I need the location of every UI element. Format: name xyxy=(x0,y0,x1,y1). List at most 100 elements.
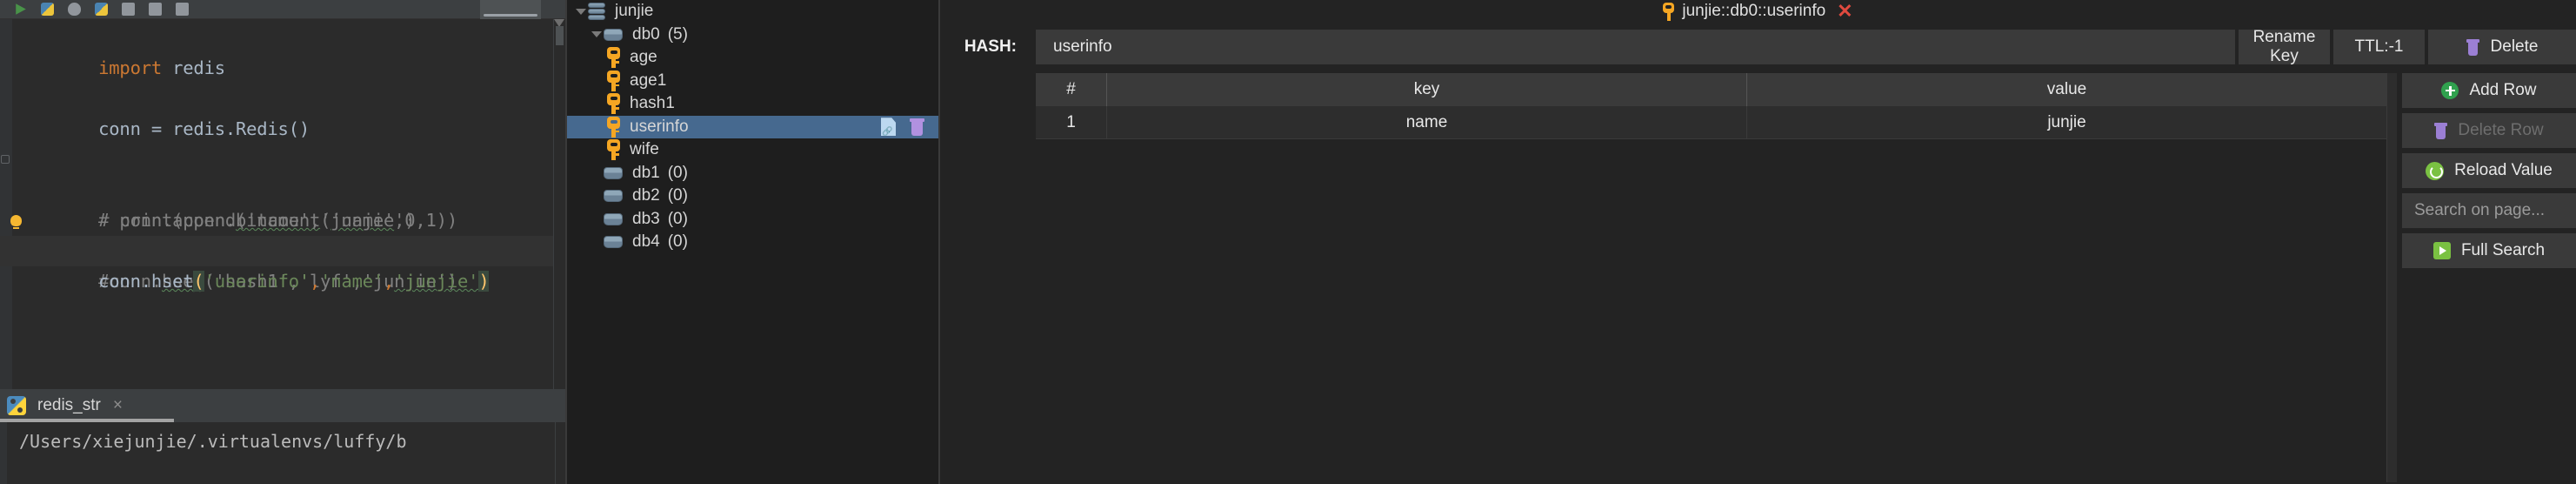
console-output: /Users/xiejunjie/.virtualenvs/luffy/b xyxy=(0,422,565,484)
close-icon[interactable]: ✕ xyxy=(1837,2,1852,21)
column-header-key[interactable]: key xyxy=(1107,73,1747,106)
code-token: , xyxy=(310,271,321,292)
tree-item-count: (0) xyxy=(667,186,688,205)
key-tree-pane: junjie db0 (5) age age1 hash1 userinfo 🔗… xyxy=(567,0,938,484)
key-icon xyxy=(607,47,620,69)
code-token: 'name' xyxy=(320,271,384,292)
database-icon xyxy=(604,28,623,41)
tree-item-count: (5) xyxy=(667,24,688,44)
tree-item-db4[interactable]: db4 (0) xyxy=(567,231,938,254)
table-scrollbar[interactable] xyxy=(2386,73,2397,482)
rename-key-button[interactable]: Rename Key xyxy=(2239,28,2330,65)
tree-row-actions xyxy=(881,116,924,139)
tree-item-db3[interactable]: db3 (0) xyxy=(567,208,938,232)
editor-scrollbar[interactable] xyxy=(553,19,565,389)
copy-key-icon[interactable] xyxy=(881,118,896,137)
console-output-line: /Users/xiejunjie/.virtualenvs/luffy/b xyxy=(19,431,407,452)
ide-toolbar xyxy=(0,0,565,19)
tree-item-wife[interactable]: wife xyxy=(567,138,938,162)
delete-key-button[interactable]: Delete xyxy=(2428,30,2576,64)
profile-icon[interactable] xyxy=(149,3,162,16)
tree-item-userinfo[interactable]: userinfo xyxy=(567,115,938,139)
server-icon xyxy=(588,2,605,21)
tree-item-age1[interactable]: age1 xyxy=(567,70,938,93)
tree-item-label: db2 xyxy=(632,186,660,205)
tree-item-db1[interactable]: db1 (0) xyxy=(567,162,938,185)
full-search-button[interactable]: Full Search xyxy=(2402,233,2576,268)
run-console-panel: redis_str × /Users/xiejunjie/.virtualenv… xyxy=(0,389,565,484)
tree-item-count: (0) xyxy=(667,163,688,182)
tree-item-age[interactable]: age xyxy=(567,46,938,70)
table-row[interactable]: 1 name junjie xyxy=(1036,106,2386,139)
code-line-active: conn.hset('userinfo','name','junjie') xyxy=(0,236,565,292)
database-icon xyxy=(604,236,623,249)
tree-item-label: age1 xyxy=(630,71,667,90)
lightbulb-icon[interactable] xyxy=(10,215,22,229)
expand-caret-db0[interactable] xyxy=(590,31,604,38)
plus-icon xyxy=(2441,82,2459,99)
key-icon xyxy=(607,70,620,91)
key-icon xyxy=(1663,2,1675,21)
expand-caret-junjie[interactable] xyxy=(574,8,588,15)
table-body: 1 name junjie xyxy=(1036,106,2386,139)
code-fold-icon[interactable] xyxy=(1,155,10,164)
tree-item-label: age xyxy=(630,48,657,67)
debug-icon[interactable] xyxy=(68,3,81,16)
coverage-icon[interactable] xyxy=(122,3,135,16)
cell-num: 1 xyxy=(1036,106,1107,138)
key-name-input[interactable]: userinfo xyxy=(1036,30,2235,64)
key-icon xyxy=(607,116,620,138)
full-search-label: Full Search xyxy=(2460,241,2546,259)
delete-row-label: Delete Row xyxy=(2458,121,2544,139)
code-token: ( xyxy=(193,271,204,292)
code-token: ) xyxy=(478,271,490,292)
cell-value[interactable]: junjie xyxy=(1747,106,2386,138)
code-token: 'junjie' xyxy=(394,271,479,292)
tree-item-count: (0) xyxy=(667,209,688,228)
value-body: # key value 1 name junjie Add Row Delete… xyxy=(940,73,2576,482)
tree-item-label: db0 xyxy=(632,24,660,44)
console-tab-label[interactable]: redis_str xyxy=(37,396,101,415)
add-row-button[interactable]: Add Row xyxy=(2402,73,2576,108)
tree-item-label: db3 xyxy=(632,209,660,228)
key-header-row: HASH: userinfo Rename Key TTL:-1 Delete xyxy=(940,28,2576,66)
python-config-icon[interactable] xyxy=(41,3,54,16)
tree-item-count: (0) xyxy=(667,232,688,252)
delete-row-button[interactable]: Delete Row xyxy=(2402,113,2576,148)
action-button-column: Add Row Delete Row Reload Value Search o… xyxy=(2402,73,2576,482)
tree-item-db2[interactable]: db2 (0) xyxy=(567,185,938,208)
python-file-icon[interactable] xyxy=(95,3,108,16)
column-header-num[interactable]: # xyxy=(1036,73,1107,106)
python-icon xyxy=(7,396,26,415)
console-scrollbar[interactable] xyxy=(555,422,565,484)
delete-key-icon[interactable] xyxy=(910,118,924,136)
close-icon[interactable]: × xyxy=(113,396,123,415)
tree-item-label: db4 xyxy=(632,232,660,252)
database-icon xyxy=(604,190,623,203)
search-on-page-input[interactable]: Search on page... xyxy=(2402,193,2576,228)
reload-value-button[interactable]: Reload Value xyxy=(2402,153,2576,188)
tree-item-junjie[interactable]: junjie xyxy=(567,0,938,24)
stop-icon[interactable] xyxy=(176,3,189,16)
database-icon xyxy=(604,166,623,179)
key-type-label: HASH: xyxy=(964,37,1017,56)
console-tabbar: redis_str × xyxy=(0,389,565,422)
tree-item-db0[interactable]: db0 (5) xyxy=(567,24,938,47)
trash-icon xyxy=(2466,38,2479,56)
tree-item-hash1[interactable]: hash1 xyxy=(567,92,938,116)
editor-scrollbar-thumb[interactable] xyxy=(556,26,564,45)
hash-table: # key value 1 name junjie xyxy=(1036,73,2386,482)
code-line: # print(conn.bitcount('name',0,1)) xyxy=(0,145,565,231)
value-pane-title-bar: junjie::db0::userinfo ✕ xyxy=(940,0,2576,23)
column-header-value[interactable]: value xyxy=(1747,73,2386,106)
ttl-button[interactable]: TTL:-1 xyxy=(2333,30,2425,64)
code-editor[interactable]: import redis conn = redis.Redis() # prin… xyxy=(0,19,565,389)
cell-key[interactable]: name xyxy=(1107,106,1747,138)
play-icon xyxy=(2433,242,2451,259)
tree-item-label: userinfo xyxy=(630,117,689,136)
key-icon xyxy=(607,93,620,115)
code-line: import redis xyxy=(0,23,565,78)
selected-editor-tab[interactable] xyxy=(480,0,541,19)
run-icon[interactable] xyxy=(16,3,26,15)
